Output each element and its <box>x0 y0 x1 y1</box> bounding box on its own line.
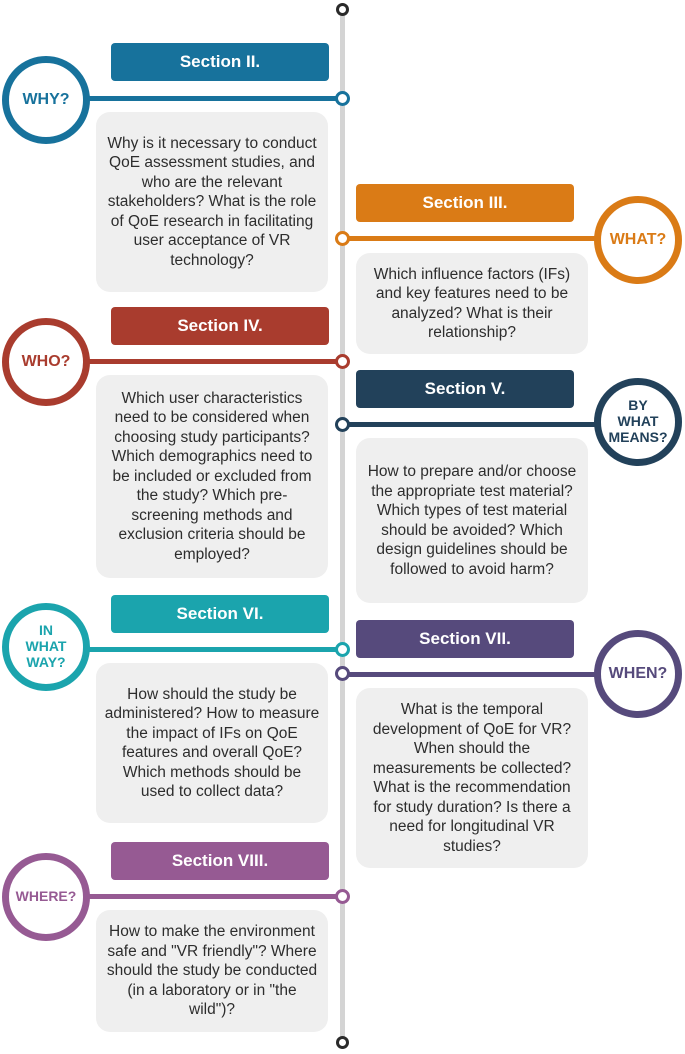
timeline-node <box>335 889 350 904</box>
timeline-node <box>335 666 350 681</box>
section-bar: Section V. <box>356 370 574 408</box>
description-box: Which influence factors (IFs) and key fe… <box>356 253 588 354</box>
connector-line <box>345 672 605 677</box>
description-box: How to make the environment safe and "VR… <box>96 910 328 1032</box>
description-box: Why is it necessary to conduct QoE asses… <box>96 112 328 292</box>
connector-line <box>80 894 338 899</box>
timeline-spine <box>340 14 345 1038</box>
section-bar: Section III. <box>356 184 574 222</box>
question-label: WHEN? <box>608 665 668 683</box>
question-label: WHY? <box>22 91 70 109</box>
section-bar: Section IV. <box>111 307 329 345</box>
timeline-start-node <box>336 3 349 16</box>
description-box: How to prepare and/or choose the appropr… <box>356 438 588 603</box>
question-circle: WHEN? <box>594 630 682 718</box>
connector-line <box>345 422 605 427</box>
connector-line <box>80 96 338 101</box>
timeline-node <box>335 91 350 106</box>
connector-line <box>345 236 605 241</box>
section-bar: Section VI. <box>111 595 329 633</box>
timeline-node <box>335 354 350 369</box>
question-label: WHAT? <box>609 231 667 249</box>
timeline-node <box>335 642 350 657</box>
connector-line <box>80 647 338 652</box>
timeline-node <box>335 231 350 246</box>
question-circle: WHY? <box>2 56 90 144</box>
description-box: What is the temporal development of QoE … <box>356 688 588 868</box>
section-bar: Section II. <box>111 43 329 81</box>
timeline-node <box>335 417 350 432</box>
question-circle: WHO? <box>2 318 90 406</box>
description-box: How should the study be administered? Ho… <box>96 663 328 823</box>
question-label: IN WHAT WAY? <box>25 622 67 670</box>
question-label: WHO? <box>21 353 71 371</box>
section-bar: Section VII. <box>356 620 574 658</box>
timeline-end-node <box>336 1036 349 1049</box>
connector-line <box>80 359 338 364</box>
question-circle: WHAT? <box>594 196 682 284</box>
question-label: BY WHAT MEANS? <box>608 397 668 445</box>
question-circle: BY WHAT MEANS? <box>594 378 682 466</box>
question-circle: IN WHAT WAY? <box>2 603 90 691</box>
description-box: Which user characteristics need to be co… <box>96 375 328 578</box>
question-circle: WHERE? <box>2 853 90 941</box>
question-label: WHERE? <box>15 888 77 905</box>
section-bar: Section VIII. <box>111 842 329 880</box>
